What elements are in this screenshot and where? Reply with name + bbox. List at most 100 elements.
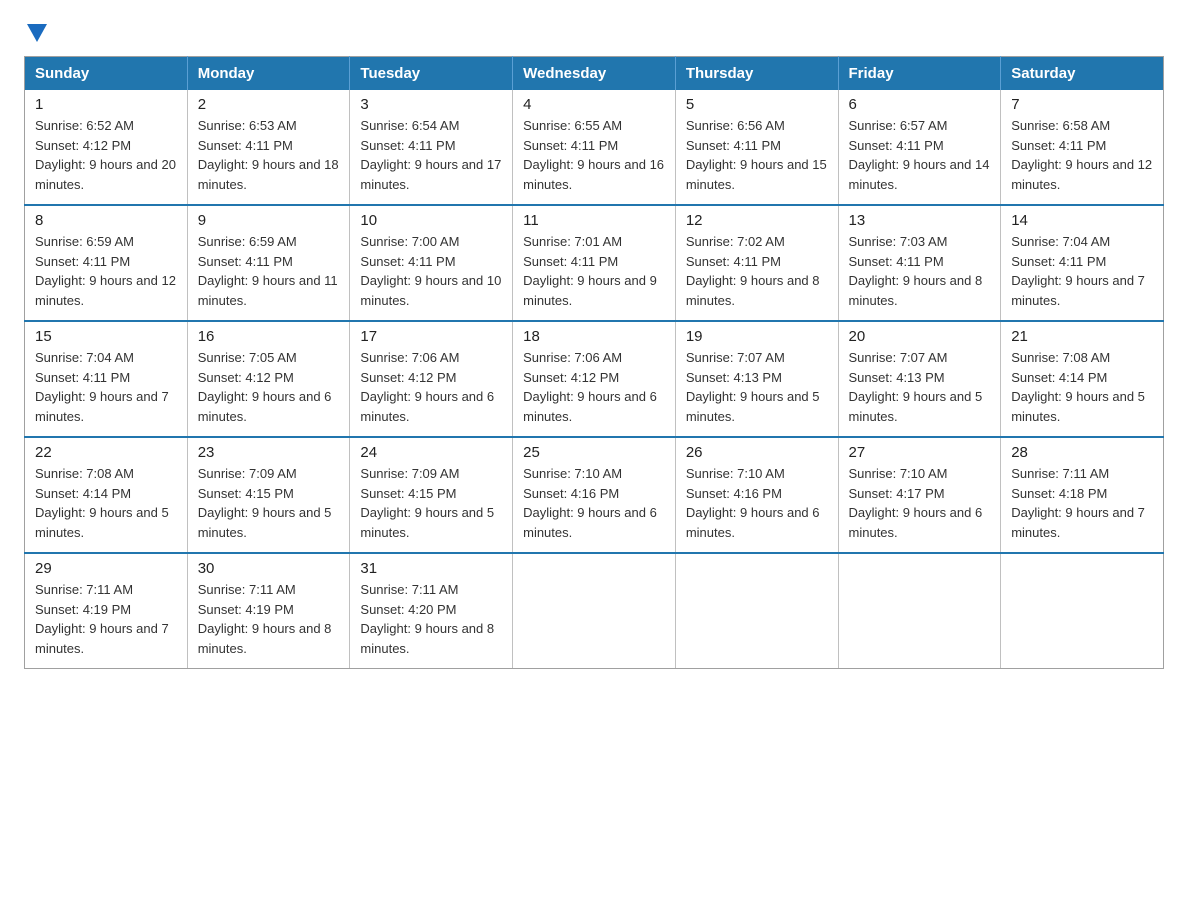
day-info: Sunrise: 6:53 AM Sunset: 4:11 PM Dayligh… [198,116,340,194]
day-info: Sunrise: 6:59 AM Sunset: 4:11 PM Dayligh… [35,232,177,310]
calendar-cell [838,553,1001,669]
day-number: 28 [1011,444,1153,461]
logo-triangle-icon [27,24,47,42]
calendar-week-row: 22 Sunrise: 7:08 AM Sunset: 4:14 PM Dayl… [25,437,1164,553]
day-info: Sunrise: 7:01 AM Sunset: 4:11 PM Dayligh… [523,232,665,310]
day-info: Sunrise: 7:06 AM Sunset: 4:12 PM Dayligh… [523,348,665,426]
day-info: Sunrise: 6:58 AM Sunset: 4:11 PM Dayligh… [1011,116,1153,194]
day-info: Sunrise: 7:04 AM Sunset: 4:11 PM Dayligh… [35,348,177,426]
day-info: Sunrise: 7:09 AM Sunset: 4:15 PM Dayligh… [198,464,340,542]
calendar-cell [675,553,838,669]
weekday-header-tuesday: Tuesday [350,57,513,91]
day-info: Sunrise: 7:05 AM Sunset: 4:12 PM Dayligh… [198,348,340,426]
day-number: 11 [523,212,665,229]
calendar-cell: 12 Sunrise: 7:02 AM Sunset: 4:11 PM Dayl… [675,205,838,321]
day-number: 6 [849,96,991,113]
page-header [24,24,1164,40]
calendar-cell: 18 Sunrise: 7:06 AM Sunset: 4:12 PM Dayl… [513,321,676,437]
day-number: 13 [849,212,991,229]
day-number: 17 [360,328,502,345]
day-number: 26 [686,444,828,461]
weekday-header-saturday: Saturday [1001,57,1164,91]
day-info: Sunrise: 7:11 AM Sunset: 4:19 PM Dayligh… [35,580,177,658]
calendar-table: SundayMondayTuesdayWednesdayThursdayFrid… [24,56,1164,669]
calendar-cell: 13 Sunrise: 7:03 AM Sunset: 4:11 PM Dayl… [838,205,1001,321]
day-info: Sunrise: 6:59 AM Sunset: 4:11 PM Dayligh… [198,232,340,310]
day-number: 23 [198,444,340,461]
day-number: 31 [360,560,502,577]
day-info: Sunrise: 7:04 AM Sunset: 4:11 PM Dayligh… [1011,232,1153,310]
day-info: Sunrise: 6:56 AM Sunset: 4:11 PM Dayligh… [686,116,828,194]
calendar-cell: 14 Sunrise: 7:04 AM Sunset: 4:11 PM Dayl… [1001,205,1164,321]
calendar-week-row: 29 Sunrise: 7:11 AM Sunset: 4:19 PM Dayl… [25,553,1164,669]
day-info: Sunrise: 7:10 AM Sunset: 4:16 PM Dayligh… [686,464,828,542]
weekday-header-row: SundayMondayTuesdayWednesdayThursdayFrid… [25,57,1164,91]
calendar-week-row: 1 Sunrise: 6:52 AM Sunset: 4:12 PM Dayli… [25,90,1164,205]
day-number: 27 [849,444,991,461]
weekday-header-wednesday: Wednesday [513,57,676,91]
day-number: 10 [360,212,502,229]
day-number: 21 [1011,328,1153,345]
calendar-week-row: 8 Sunrise: 6:59 AM Sunset: 4:11 PM Dayli… [25,205,1164,321]
calendar-cell [513,553,676,669]
day-info: Sunrise: 7:10 AM Sunset: 4:16 PM Dayligh… [523,464,665,542]
day-info: Sunrise: 7:10 AM Sunset: 4:17 PM Dayligh… [849,464,991,542]
calendar-cell: 31 Sunrise: 7:11 AM Sunset: 4:20 PM Dayl… [350,553,513,669]
calendar-cell: 3 Sunrise: 6:54 AM Sunset: 4:11 PM Dayli… [350,90,513,205]
day-info: Sunrise: 7:06 AM Sunset: 4:12 PM Dayligh… [360,348,502,426]
weekday-header-friday: Friday [838,57,1001,91]
calendar-cell: 20 Sunrise: 7:07 AM Sunset: 4:13 PM Dayl… [838,321,1001,437]
calendar-cell: 2 Sunrise: 6:53 AM Sunset: 4:11 PM Dayli… [187,90,350,205]
day-number: 25 [523,444,665,461]
day-info: Sunrise: 7:09 AM Sunset: 4:15 PM Dayligh… [360,464,502,542]
day-number: 30 [198,560,340,577]
day-info: Sunrise: 6:52 AM Sunset: 4:12 PM Dayligh… [35,116,177,194]
day-number: 5 [686,96,828,113]
day-number: 2 [198,96,340,113]
weekday-header-sunday: Sunday [25,57,188,91]
day-info: Sunrise: 6:55 AM Sunset: 4:11 PM Dayligh… [523,116,665,194]
calendar-cell: 7 Sunrise: 6:58 AM Sunset: 4:11 PM Dayli… [1001,90,1164,205]
day-info: Sunrise: 7:08 AM Sunset: 4:14 PM Dayligh… [35,464,177,542]
day-info: Sunrise: 6:54 AM Sunset: 4:11 PM Dayligh… [360,116,502,194]
calendar-cell: 1 Sunrise: 6:52 AM Sunset: 4:12 PM Dayli… [25,90,188,205]
day-info: Sunrise: 7:03 AM Sunset: 4:11 PM Dayligh… [849,232,991,310]
day-info: Sunrise: 7:02 AM Sunset: 4:11 PM Dayligh… [686,232,828,310]
day-number: 12 [686,212,828,229]
day-info: Sunrise: 7:00 AM Sunset: 4:11 PM Dayligh… [360,232,502,310]
day-number: 7 [1011,96,1153,113]
day-number: 19 [686,328,828,345]
day-number: 4 [523,96,665,113]
day-info: Sunrise: 7:08 AM Sunset: 4:14 PM Dayligh… [1011,348,1153,426]
day-info: Sunrise: 6:57 AM Sunset: 4:11 PM Dayligh… [849,116,991,194]
calendar-cell: 24 Sunrise: 7:09 AM Sunset: 4:15 PM Dayl… [350,437,513,553]
calendar-cell: 6 Sunrise: 6:57 AM Sunset: 4:11 PM Dayli… [838,90,1001,205]
calendar-cell: 9 Sunrise: 6:59 AM Sunset: 4:11 PM Dayli… [187,205,350,321]
calendar-week-row: 15 Sunrise: 7:04 AM Sunset: 4:11 PM Dayl… [25,321,1164,437]
day-info: Sunrise: 7:11 AM Sunset: 4:19 PM Dayligh… [198,580,340,658]
day-number: 20 [849,328,991,345]
day-info: Sunrise: 7:07 AM Sunset: 4:13 PM Dayligh… [849,348,991,426]
calendar-cell [1001,553,1164,669]
calendar-cell: 22 Sunrise: 7:08 AM Sunset: 4:14 PM Dayl… [25,437,188,553]
calendar-cell: 11 Sunrise: 7:01 AM Sunset: 4:11 PM Dayl… [513,205,676,321]
day-number: 29 [35,560,177,577]
calendar-cell: 5 Sunrise: 6:56 AM Sunset: 4:11 PM Dayli… [675,90,838,205]
day-number: 18 [523,328,665,345]
calendar-cell: 16 Sunrise: 7:05 AM Sunset: 4:12 PM Dayl… [187,321,350,437]
calendar-cell: 17 Sunrise: 7:06 AM Sunset: 4:12 PM Dayl… [350,321,513,437]
day-number: 16 [198,328,340,345]
calendar-cell: 29 Sunrise: 7:11 AM Sunset: 4:19 PM Dayl… [25,553,188,669]
calendar-cell: 4 Sunrise: 6:55 AM Sunset: 4:11 PM Dayli… [513,90,676,205]
calendar-cell: 23 Sunrise: 7:09 AM Sunset: 4:15 PM Dayl… [187,437,350,553]
day-number: 14 [1011,212,1153,229]
day-number: 8 [35,212,177,229]
day-number: 3 [360,96,502,113]
logo [24,24,47,40]
day-number: 22 [35,444,177,461]
calendar-cell: 8 Sunrise: 6:59 AM Sunset: 4:11 PM Dayli… [25,205,188,321]
weekday-header-thursday: Thursday [675,57,838,91]
day-number: 1 [35,96,177,113]
day-number: 24 [360,444,502,461]
day-info: Sunrise: 7:07 AM Sunset: 4:13 PM Dayligh… [686,348,828,426]
